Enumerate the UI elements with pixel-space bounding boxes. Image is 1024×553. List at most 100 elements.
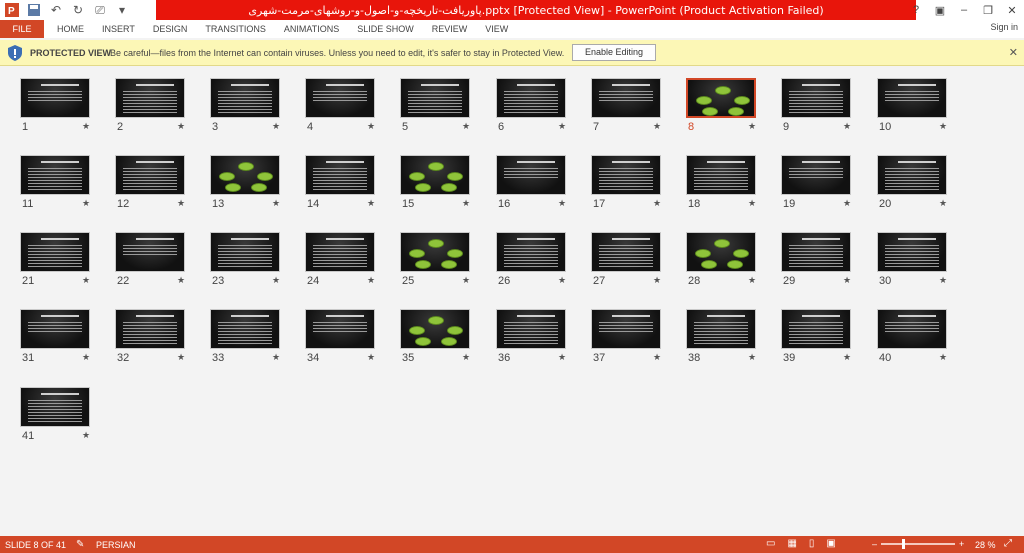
slide-thumbnail[interactable]: 14 ★	[305, 143, 395, 213]
slide-thumbnail[interactable]: 29 ★	[781, 220, 871, 290]
start-from-beginning-icon[interactable]: ⎚	[92, 2, 108, 18]
animation-star-icon[interactable]: ★	[177, 198, 185, 209]
tab-review[interactable]: REVIEW	[423, 20, 477, 38]
animation-star-icon[interactable]: ★	[462, 121, 470, 132]
slide-thumbnail[interactable]: 13 ★	[210, 143, 300, 213]
slide-preview[interactable]	[210, 155, 280, 195]
slide-preview[interactable]	[686, 232, 756, 272]
slide-thumbnail[interactable]: 24 ★	[305, 220, 395, 290]
animation-star-icon[interactable]: ★	[748, 198, 756, 209]
animation-star-icon[interactable]: ★	[939, 352, 947, 363]
slide-thumbnail[interactable]: 23 ★	[210, 220, 300, 290]
slide-thumbnail[interactable]: 1 ★	[20, 66, 110, 136]
animation-star-icon[interactable]: ★	[272, 352, 280, 363]
slide-preview[interactable]	[591, 309, 661, 349]
animation-star-icon[interactable]: ★	[462, 198, 470, 209]
slide-preview[interactable]	[877, 78, 947, 118]
animation-star-icon[interactable]: ★	[843, 352, 851, 363]
slide-thumbnail[interactable]: 12 ★	[115, 143, 205, 213]
slide-thumbnail[interactable]: 21 ★	[20, 220, 110, 290]
tab-view[interactable]: VIEW	[476, 20, 517, 38]
animation-star-icon[interactable]: ★	[82, 275, 90, 286]
enable-editing-button[interactable]: Enable Editing	[572, 44, 656, 61]
slide-thumbnail[interactable]: 30 ★	[877, 220, 967, 290]
restore-button[interactable]: ❐	[976, 4, 1000, 17]
slide-thumbnail[interactable]: 39 ★	[781, 297, 871, 367]
slide-thumbnail[interactable]: 36 ★	[496, 297, 586, 367]
minimize-button[interactable]: –	[952, 4, 976, 16]
slide-thumbnail[interactable]: 7 ★	[591, 66, 681, 136]
slide-thumbnail[interactable]: 25 ★	[400, 220, 490, 290]
slide-thumbnail[interactable]: 15 ★	[400, 143, 490, 213]
slide-thumbnail[interactable]: 33 ★	[210, 297, 300, 367]
tab-insert[interactable]: INSERT	[93, 20, 144, 38]
close-button[interactable]: ✕	[1000, 4, 1024, 17]
animation-star-icon[interactable]: ★	[82, 430, 90, 441]
slide-preview[interactable]	[496, 309, 566, 349]
animation-star-icon[interactable]: ★	[367, 275, 375, 286]
slide-preview[interactable]	[591, 155, 661, 195]
zoom-slider-knob[interactable]	[902, 539, 906, 549]
animation-star-icon[interactable]: ★	[272, 275, 280, 286]
slide-thumbnail[interactable]: 34 ★	[305, 297, 395, 367]
slide-preview[interactable]	[20, 387, 90, 427]
ribbon-display-options-button[interactable]: ▣	[928, 4, 952, 17]
slide-preview[interactable]	[305, 78, 375, 118]
tab-file[interactable]: FILE	[0, 20, 44, 38]
slide-preview[interactable]	[686, 78, 756, 118]
slide-preview[interactable]	[781, 232, 851, 272]
animation-star-icon[interactable]: ★	[748, 275, 756, 286]
slide-thumbnail[interactable]: 11 ★	[20, 143, 110, 213]
slide-thumbnail[interactable]: 20 ★	[877, 143, 967, 213]
slide-preview[interactable]	[877, 155, 947, 195]
slide-preview[interactable]	[210, 309, 280, 349]
animation-star-icon[interactable]: ★	[462, 352, 470, 363]
zoom-slider[interactable]	[881, 539, 956, 549]
slide-preview[interactable]	[781, 155, 851, 195]
slide-preview[interactable]	[20, 155, 90, 195]
slide-preview[interactable]	[115, 155, 185, 195]
redo-icon[interactable]: ↻	[70, 2, 86, 18]
tab-home[interactable]: HOME	[48, 20, 93, 38]
animation-star-icon[interactable]: ★	[82, 121, 90, 132]
normal-view-icon[interactable]: ▭	[766, 538, 775, 549]
language-indicator[interactable]: PERSIAN	[96, 540, 136, 550]
animation-star-icon[interactable]: ★	[558, 352, 566, 363]
animation-star-icon[interactable]: ★	[558, 121, 566, 132]
slide-preview[interactable]	[305, 232, 375, 272]
slide-thumbnail[interactable]: 4 ★	[305, 66, 395, 136]
animation-star-icon[interactable]: ★	[177, 121, 185, 132]
slide-thumbnail[interactable]: 32 ★	[115, 297, 205, 367]
slide-preview[interactable]	[781, 309, 851, 349]
zoom-out-button[interactable]: –	[872, 539, 877, 549]
slide-preview[interactable]	[877, 309, 947, 349]
tab-design[interactable]: DESIGN	[144, 20, 197, 38]
slide-preview[interactable]	[20, 309, 90, 349]
slide-thumbnail[interactable]: 26 ★	[496, 220, 586, 290]
animation-star-icon[interactable]: ★	[82, 198, 90, 209]
slide-thumbnail[interactable]: 6 ★	[496, 66, 586, 136]
slide-preview[interactable]	[496, 78, 566, 118]
slide-sorter-view-icon[interactable]: ▦	[787, 538, 796, 549]
sign-in-link[interactable]: Sign in	[990, 22, 1018, 32]
slide-thumbnail[interactable]: 2 ★	[115, 66, 205, 136]
slide-preview[interactable]	[400, 232, 470, 272]
zoom-level[interactable]: 28 %	[975, 540, 996, 550]
animation-star-icon[interactable]: ★	[653, 352, 661, 363]
slide-thumbnail[interactable]: 27 ★	[591, 220, 681, 290]
slide-preview[interactable]	[210, 232, 280, 272]
slide-preview[interactable]	[400, 309, 470, 349]
slide-thumbnail[interactable]: 41 ★	[20, 375, 110, 445]
animation-star-icon[interactable]: ★	[653, 275, 661, 286]
save-icon[interactable]	[26, 2, 42, 18]
animation-star-icon[interactable]: ★	[558, 275, 566, 286]
tab-animations[interactable]: ANIMATIONS	[275, 20, 348, 38]
animation-star-icon[interactable]: ★	[843, 275, 851, 286]
slide-thumbnail[interactable]: 28 ★	[686, 220, 776, 290]
animation-star-icon[interactable]: ★	[939, 198, 947, 209]
slide-thumbnail[interactable]: 37 ★	[591, 297, 681, 367]
animation-star-icon[interactable]: ★	[272, 198, 280, 209]
slide-thumbnail[interactable]: 19 ★	[781, 143, 871, 213]
slide-preview[interactable]	[877, 232, 947, 272]
animation-star-icon[interactable]: ★	[653, 198, 661, 209]
